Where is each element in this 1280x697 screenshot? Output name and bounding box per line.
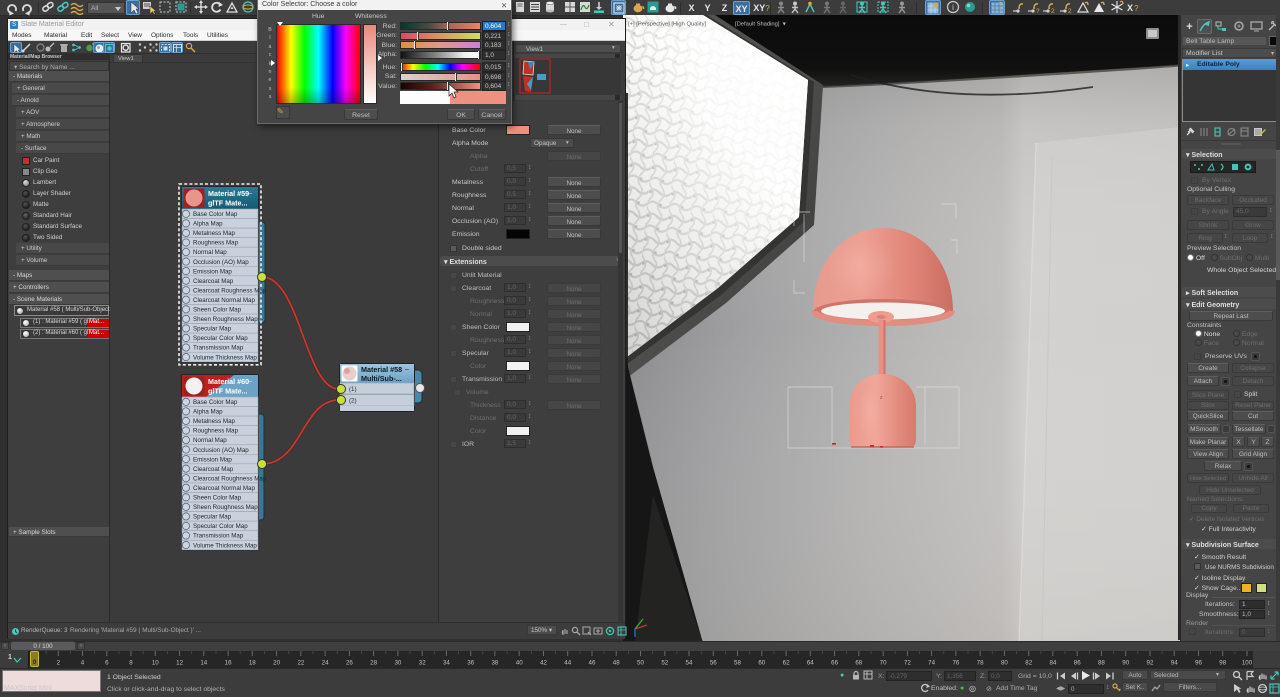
svg-text:Specular Color Map: Specular Color Map — [193, 523, 248, 530]
svg-text:Alpha Map: Alpha Map — [193, 221, 223, 228]
svg-text:Metalness Map: Metalness Map — [193, 418, 236, 425]
svg-text:Material #59: Material #59 — [208, 189, 249, 198]
svg-text:(1): (1) — [349, 386, 357, 393]
svg-text:(2): (2) — [349, 398, 357, 405]
svg-text:glTF Mate...: glTF Mate... — [208, 199, 248, 208]
svg-text:Metalness Map: Metalness Map — [193, 230, 236, 237]
svg-text:Transmission Map: Transmission Map — [193, 533, 244, 540]
svg-text:Base Color Map: Base Color Map — [193, 399, 238, 406]
svg-text:[+] [Perspective] [High Qualit: [+] [Perspective] [High Quality] — [628, 22, 707, 28]
svg-text:–: – — [248, 190, 252, 197]
svg-text:X: X — [1127, 3, 1133, 13]
svg-text:Material #58: Material #58 — [361, 365, 402, 374]
svg-text:Clearcoat Map: Clearcoat Map — [193, 278, 234, 285]
svg-text:Material #60: Material #60 — [208, 377, 249, 386]
svg-text:Sheen Color Map: Sheen Color Map — [193, 495, 242, 502]
svg-text:Emission Map: Emission Map — [193, 456, 232, 463]
svg-text:Emission Map: Emission Map — [193, 268, 232, 275]
svg-text:Sheen Roughness Map: Sheen Roughness Map — [193, 316, 258, 323]
svg-text:Normal Map: Normal Map — [193, 437, 227, 444]
svg-text:Transmission Map: Transmission Map — [193, 345, 244, 352]
svg-text:Sheen Color Map: Sheen Color Map — [193, 307, 242, 314]
svg-text:Multi/Sub-...: Multi/Sub-... — [361, 374, 402, 383]
svg-text:?: ? — [1134, 4, 1139, 13]
svg-text:–: – — [405, 366, 409, 373]
svg-text:Alpha Map: Alpha Map — [193, 409, 223, 416]
svg-text:Clearcoat Map: Clearcoat Map — [193, 466, 234, 473]
svg-text:glTF Mate...: glTF Mate... — [208, 387, 248, 396]
svg-text:Specular Map: Specular Map — [193, 326, 232, 333]
svg-text:Normal Map: Normal Map — [193, 249, 227, 256]
svg-text:Base Color Map: Base Color Map — [193, 211, 238, 218]
svg-text:?: ? — [1036, 8, 1040, 15]
svg-text:2: 2 — [1051, 8, 1055, 15]
svg-text:Volume Thickness Map: Volume Thickness Map — [193, 542, 257, 549]
svg-text:Clearcoat Roughness Map: Clearcoat Roughness Map — [193, 475, 267, 482]
svg-text:2: 2 — [1068, 8, 1072, 15]
svg-text:–: – — [248, 378, 252, 385]
svg-text:Sheen Roughness Map: Sheen Roughness Map — [193, 504, 258, 511]
svg-text:Clearcoat Roughness Map: Clearcoat Roughness Map — [193, 287, 267, 294]
svg-text:Specular Map: Specular Map — [193, 514, 232, 521]
svg-text:Roughness Map: Roughness Map — [193, 428, 239, 435]
svg-text:Clearcoat Normal Map: Clearcoat Normal Map — [193, 297, 255, 304]
svg-text:Clearcoat Normal Map: Clearcoat Normal Map — [193, 485, 255, 492]
svg-text:Specular Color Map: Specular Color Map — [193, 335, 248, 342]
svg-text:Occlusion (AO) Map: Occlusion (AO) Map — [193, 259, 249, 266]
svg-text:Occlusion (AO) Map: Occlusion (AO) Map — [193, 447, 249, 454]
svg-text:Volume Thickness Map: Volume Thickness Map — [193, 354, 257, 361]
svg-text:Roughness Map: Roughness Map — [193, 240, 239, 247]
svg-text:[Default Shading] ▾: [Default Shading] ▾ — [735, 22, 786, 28]
svg-text:i: i — [952, 3, 954, 12]
